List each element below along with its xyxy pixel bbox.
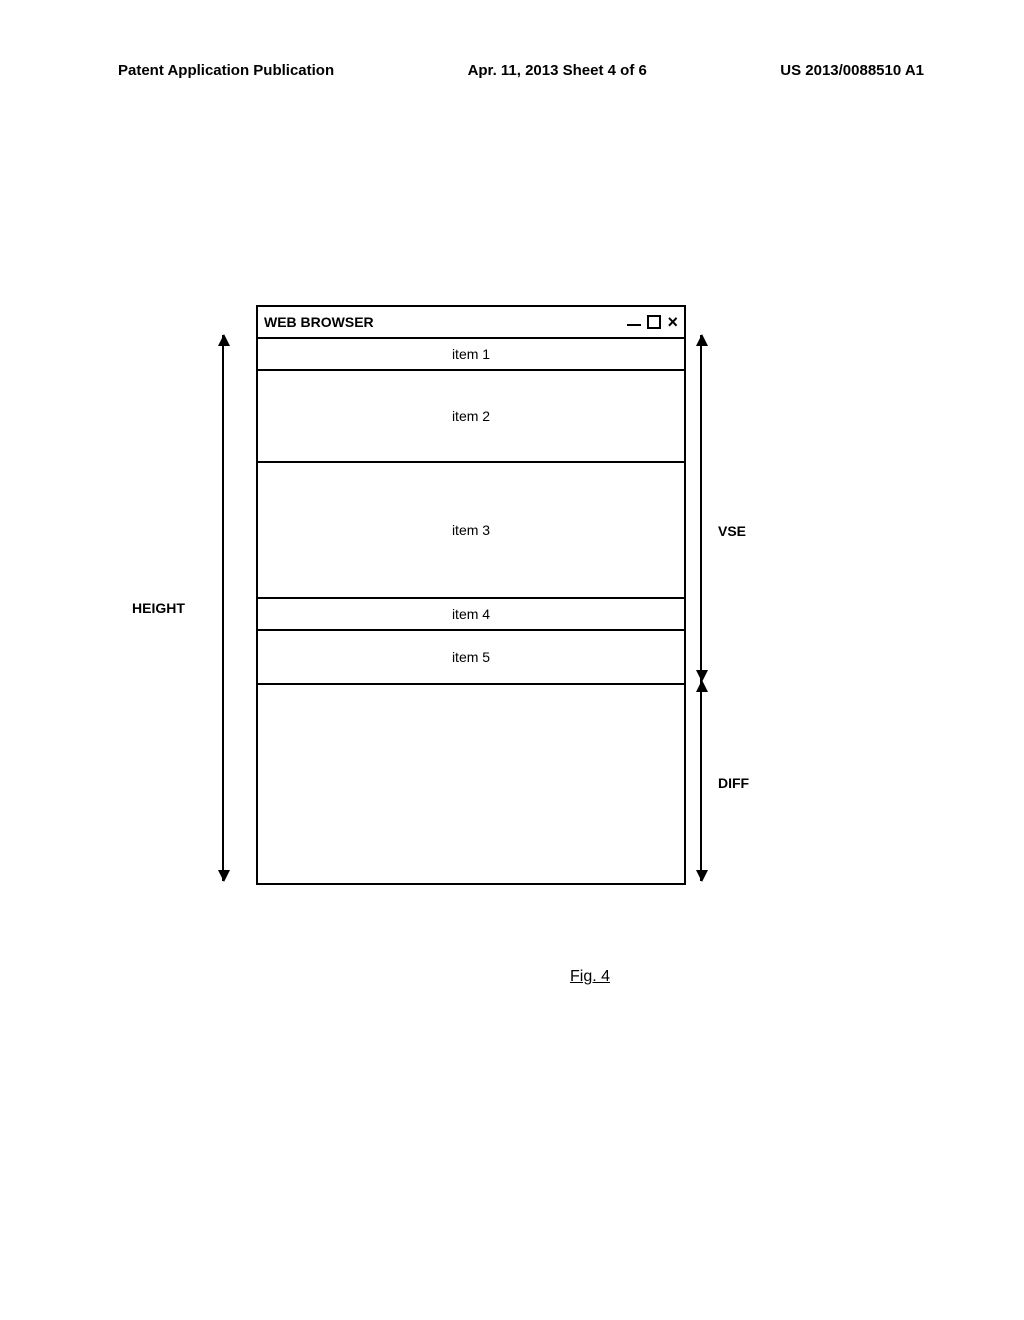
list-item: item 5	[258, 631, 684, 685]
window-controls: ×	[627, 315, 678, 329]
list-item: item 4	[258, 599, 684, 631]
window-content: item 1 item 2 item 3 item 4 item 5	[258, 339, 684, 885]
list-item: item 3	[258, 463, 684, 599]
header-mid: Apr. 11, 2013 Sheet 4 of 6	[468, 62, 647, 79]
page-header: Patent Application Publication Apr. 11, …	[118, 62, 924, 79]
window-titlebar: WEB BROWSER ×	[258, 307, 684, 339]
page: Patent Application Publication Apr. 11, …	[0, 0, 1024, 1320]
vse-label: VSE	[718, 523, 746, 539]
close-icon[interactable]: ×	[667, 315, 678, 329]
list-item: item 1	[258, 339, 684, 371]
browser-window: WEB BROWSER × item 1 item 2 item 3 item …	[256, 305, 686, 885]
header-right: US 2013/0088510 A1	[780, 62, 924, 79]
blank-area	[258, 685, 684, 885]
list-item: item 2	[258, 371, 684, 463]
header-left: Patent Application Publication	[118, 62, 334, 79]
diagram: HEIGHT WEB BROWSER × item 1 item 2 item …	[140, 305, 686, 885]
window-title: WEB BROWSER	[264, 314, 374, 330]
minimize-icon[interactable]	[627, 316, 641, 328]
diff-label: DIFF	[718, 775, 749, 791]
diff-arrow	[700, 681, 702, 881]
height-arrow	[222, 335, 224, 881]
height-label: HEIGHT	[132, 600, 185, 616]
vse-arrow	[700, 335, 702, 681]
maximize-icon[interactable]	[647, 315, 661, 329]
figure-caption: Fig. 4	[570, 968, 610, 986]
